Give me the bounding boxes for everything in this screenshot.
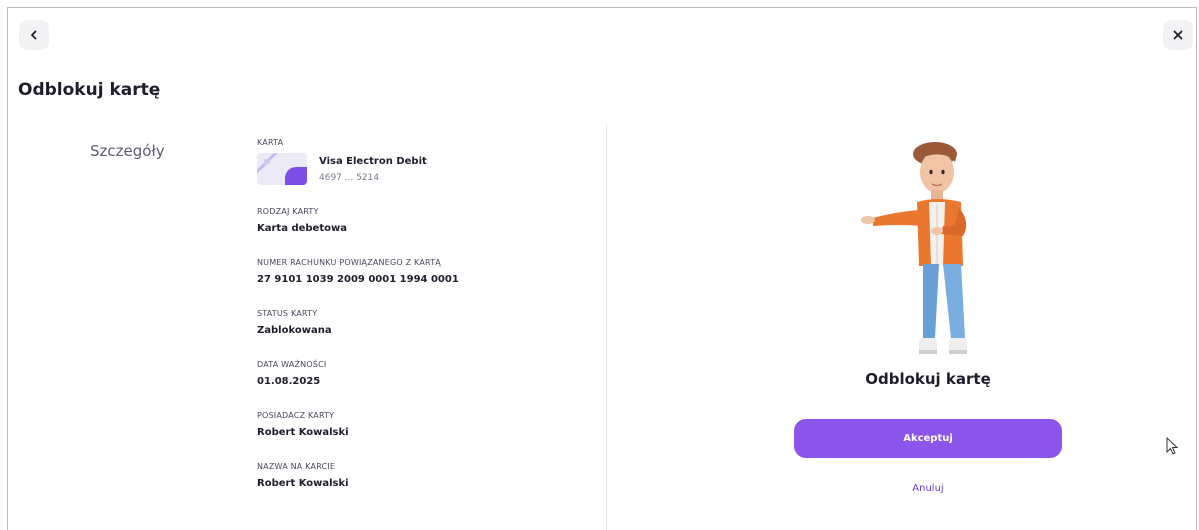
panel-title: Odblokuj kartę xyxy=(865,370,991,388)
close-button[interactable] xyxy=(1163,20,1193,50)
field-value: Zablokowana xyxy=(257,325,332,336)
field-label: KARTA xyxy=(257,138,284,147)
cancel-link[interactable]: Anuluj xyxy=(794,483,1062,494)
column-divider xyxy=(606,124,607,530)
field-label: STATUS KARTY xyxy=(257,309,318,318)
field-value: 01.08.2025 xyxy=(257,376,321,387)
page-title: Odblokuj kartę xyxy=(18,80,161,100)
card-name: Visa Electron Debit xyxy=(319,155,427,167)
accept-button[interactable]: Akceptuj xyxy=(794,419,1062,458)
close-icon xyxy=(1173,30,1183,40)
field-label: RODZAJ KARTY xyxy=(257,207,319,216)
field-value: Robert Kowalski xyxy=(257,427,349,438)
field-label: DATA WAŻNOŚCI xyxy=(257,360,327,369)
back-button[interactable] xyxy=(19,20,49,50)
mouse-cursor-icon xyxy=(1166,437,1179,455)
field-label: NUMER RACHUNKU POWIĄZANEGO Z KARTĄ xyxy=(257,258,441,267)
detail-field: NUMER RACHUNKU POWIĄZANEGO Z KARTĄ 27 91… xyxy=(257,258,587,285)
card-illustration-icon xyxy=(257,153,307,185)
card-field: KARTA Visa Electron Debit 4697 ... 5214 xyxy=(257,138,587,185)
character-illustration xyxy=(861,142,967,354)
details-list: KARTA Visa Electron Debit 4697 ... 5214 … xyxy=(257,138,587,489)
detail-field: DATA WAŻNOŚCI 01.08.2025 xyxy=(257,360,587,387)
detail-field: NAZWA NA KARCIE Robert Kowalski xyxy=(257,462,587,489)
chevron-left-icon xyxy=(31,30,37,40)
field-label: POSIADACZ KARTY xyxy=(257,411,335,420)
detail-field: POSIADACZ KARTY Robert Kowalski xyxy=(257,411,587,438)
detail-field: STATUS KARTY Zablokowana xyxy=(257,309,587,336)
field-value: 27 9101 1039 2009 0001 1994 0001 xyxy=(257,274,459,285)
card-number: 4697 ... 5214 xyxy=(319,172,380,183)
card-thumbnail xyxy=(257,153,307,185)
card-row: Visa Electron Debit 4697 ... 5214 xyxy=(257,153,587,185)
detail-field: RODZAJ KARTY Karta debetowa xyxy=(257,207,587,234)
field-value: Karta debetowa xyxy=(257,223,347,234)
field-value: Robert Kowalski xyxy=(257,478,349,489)
details-section-label: Szczegóły xyxy=(90,142,165,160)
field-label: NAZWA NA KARCIE xyxy=(257,462,336,471)
